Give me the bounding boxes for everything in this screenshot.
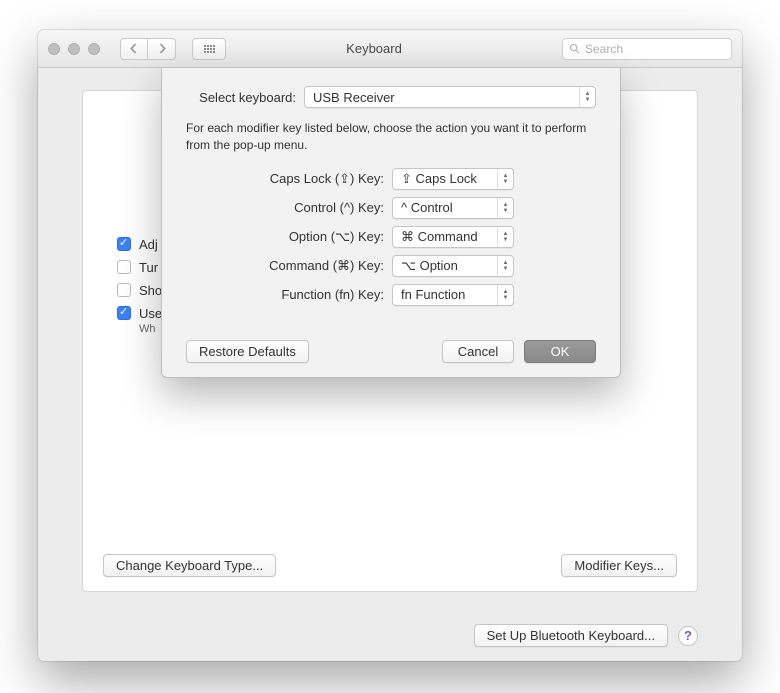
restore-defaults-button[interactable]: Restore Defaults <box>186 340 309 363</box>
popup-arrows-icon: ▲▼ <box>579 87 595 107</box>
option-label: Use <box>139 306 162 321</box>
command-popup[interactable]: ⌥ Option ▲▼ <box>392 255 514 277</box>
modifier-keys-button[interactable]: Modifier Keys... <box>561 554 677 577</box>
option-use-subtext: Wh <box>139 323 162 335</box>
help-button[interactable]: ? <box>678 626 698 646</box>
select-keyboard-value: USB Receiver <box>313 90 579 105</box>
search-field[interactable]: Search <box>562 38 732 60</box>
select-keyboard-label: Select keyboard: <box>186 90 296 105</box>
footer: Set Up Bluetooth Keyboard... ? <box>474 624 698 647</box>
ok-button[interactable]: OK <box>524 340 596 363</box>
row-caps-lock: Caps Lock (⇪) Key: ⇪ Caps Lock ▲▼ <box>222 168 596 190</box>
forward-button[interactable] <box>148 38 176 60</box>
checkbox-icon[interactable] <box>117 260 131 274</box>
popup-arrows-icon: ▲▼ <box>497 227 513 247</box>
control-popup[interactable]: ^ Control ▲▼ <box>392 197 514 219</box>
option-label: Adj <box>139 237 158 252</box>
row-control: Control (^) Key: ^ Control ▲▼ <box>222 197 596 219</box>
modifier-key-rows: Caps Lock (⇪) Key: ⇪ Caps Lock ▲▼ Contro… <box>222 168 596 306</box>
change-keyboard-type-button[interactable]: Change Keyboard Type... <box>103 554 276 577</box>
select-keyboard-popup[interactable]: USB Receiver ▲▼ <box>304 86 596 108</box>
popup-value: ⇪ Caps Lock <box>401 171 497 187</box>
popup-arrows-icon: ▲▼ <box>497 256 513 276</box>
row-option: Option (⌥) Key: ⌘ Command ▲▼ <box>222 226 596 248</box>
search-placeholder: Search <box>585 42 623 56</box>
cancel-button[interactable]: Cancel <box>442 340 514 363</box>
modifier-keys-sheet: Select keyboard: USB Receiver ▲▼ For eac… <box>161 68 621 378</box>
back-button[interactable] <box>120 38 148 60</box>
zoom-light[interactable] <box>88 43 100 55</box>
row-label: Option (⌥) Key: <box>222 229 384 245</box>
nav-segmented <box>120 38 176 60</box>
row-command: Command (⌘) Key: ⌥ Option ▲▼ <box>222 255 596 277</box>
popup-arrows-icon: ▲▼ <box>497 285 513 305</box>
row-label: Control (^) Key: <box>222 200 384 215</box>
option-show[interactable]: Sho <box>117 283 162 298</box>
row-label: Caps Lock (⇪) Key: <box>222 171 384 187</box>
popup-arrows-icon: ▲▼ <box>497 169 513 189</box>
minimize-light[interactable] <box>68 43 80 55</box>
function-popup[interactable]: fn Function ▲▼ <box>392 284 514 306</box>
popup-arrows-icon: ▲▼ <box>497 198 513 218</box>
popup-value: ⌘ Command <box>401 229 497 245</box>
sheet-instructions: For each modifier key listed below, choo… <box>186 120 596 154</box>
option-label: Sho <box>139 283 162 298</box>
checkbox-icon[interactable] <box>117 283 131 297</box>
window-title: Keyboard <box>194 41 554 56</box>
row-label: Command (⌘) Key: <box>222 258 384 274</box>
background-options: Adj Tur Sho Use Wh <box>117 237 162 335</box>
traffic-lights <box>48 43 100 55</box>
option-use[interactable]: Use <box>117 306 162 321</box>
popup-value: ⌥ Option <box>401 258 497 274</box>
titlebar: Keyboard Search <box>38 30 742 68</box>
setup-bluetooth-button[interactable]: Set Up Bluetooth Keyboard... <box>474 624 668 647</box>
option-label: Tur <box>139 260 158 275</box>
option-adjust[interactable]: Adj <box>117 237 162 252</box>
search-icon <box>569 43 580 54</box>
checkbox-icon[interactable] <box>117 237 131 251</box>
row-function: Function (fn) Key: fn Function ▲▼ <box>222 284 596 306</box>
chevron-left-icon <box>129 43 140 54</box>
chevron-right-icon <box>156 43 167 54</box>
row-label: Function (fn) Key: <box>222 287 384 302</box>
sheet-footer: Restore Defaults Cancel OK <box>186 340 596 363</box>
close-light[interactable] <box>48 43 60 55</box>
prefs-window: Keyboard Search Adj Tur Sho Use Wh <box>38 30 742 661</box>
checkbox-icon[interactable] <box>117 306 131 320</box>
option-popup[interactable]: ⌘ Command ▲▼ <box>392 226 514 248</box>
popup-value: ^ Control <box>401 200 497 215</box>
popup-value: fn Function <box>401 287 497 302</box>
option-turn[interactable]: Tur <box>117 260 162 275</box>
caps-lock-popup[interactable]: ⇪ Caps Lock ▲▼ <box>392 168 514 190</box>
